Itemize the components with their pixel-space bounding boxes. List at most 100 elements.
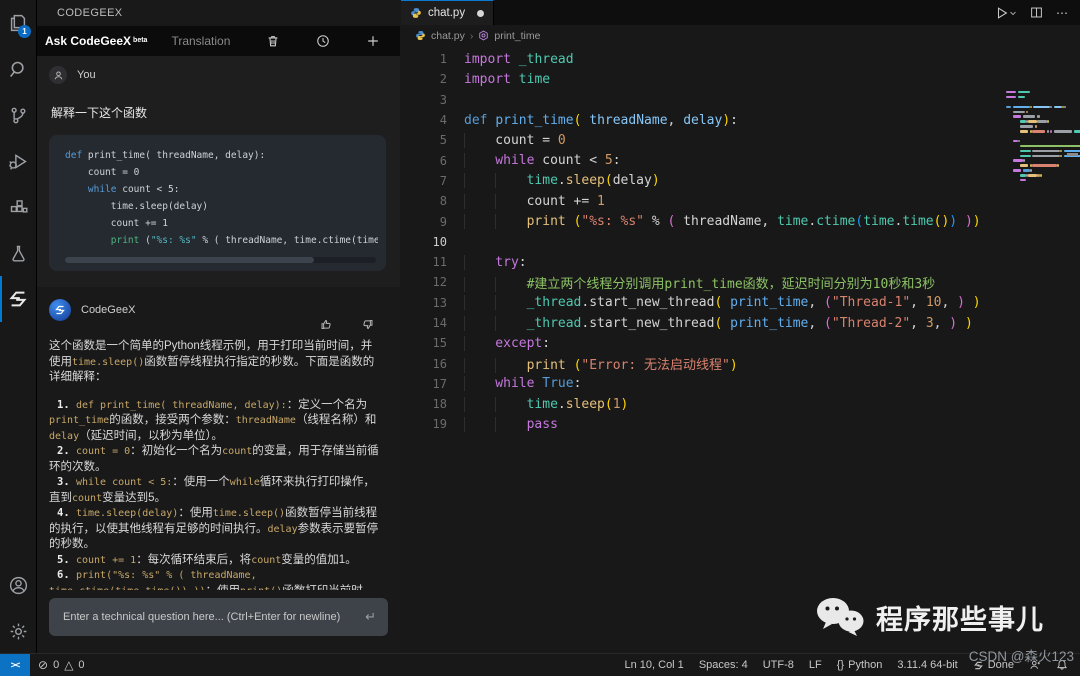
tab-chat-py[interactable]: chat.py [401,0,494,25]
editor-code-lines: 1import _thread2import time34def print_t… [401,49,1080,435]
code-line[interactable]: 19 pass [401,414,1080,434]
hscrollbar-thumb[interactable] [65,257,314,263]
status-encoding[interactable]: UTF-8 [763,659,794,671]
code-token: ) [965,316,973,331]
code-line[interactable]: 9 print ("%s: %s" % ( threadName, time.c… [401,211,1080,231]
code-line[interactable]: 14 _thread.start_new_thread( print_time,… [401,313,1080,333]
status-line-col[interactable]: Ln 10, Col 1 [624,659,683,671]
run-debug-icon[interactable] [0,138,36,184]
answer-paragraph: 这个函数是一个简单的Python线程示例，用于打印当前时间，并使用time.sl… [49,339,382,386]
code-token: "Thread-1" [832,295,910,310]
codegeex-icon[interactable] [0,276,36,322]
explorer-icon[interactable]: 1 [0,0,36,46]
indent-guide [495,417,526,432]
breadcrumb-file[interactable]: chat.py [431,30,465,42]
warning-icon: △ [64,658,73,672]
code-line[interactable]: 2import time [401,69,1080,89]
code-line[interactable]: 5 count = 0 [401,130,1080,150]
status-language[interactable]: {} Python [837,659,883,671]
code-token: print [111,235,140,246]
code-token: ( [139,235,150,246]
breadcrumb[interactable]: chat.py › print_time [401,25,1080,46]
code-token: import [464,72,511,87]
code-token: ) [973,295,981,310]
extensions-icon[interactable] [0,184,36,230]
code-block-hscrollbar[interactable] [65,257,376,263]
code-line[interactable]: 11 try: [401,252,1080,272]
code-line[interactable]: 10 [401,232,1080,252]
code-token [965,295,973,310]
minimap[interactable] [1006,90,1064,183]
code-line[interactable]: 13 _thread.start_new_thread( print_time,… [401,293,1080,313]
code-line[interactable]: 15 except: [401,333,1080,353]
thumbs-up-icon[interactable] [320,318,333,331]
code-token: time [527,397,558,412]
indent-guide [495,295,526,310]
code-line[interactable]: 12 #建立两个线程分别调用print_time函数，延迟时间分别为10秒和3秒 [401,272,1080,292]
line-number: 6 [401,154,464,168]
code-line[interactable]: 16 print ("Error: 无法启动线程") [401,353,1080,373]
code-token: ) [973,214,981,229]
settings-gear-icon[interactable] [0,608,36,654]
line-number: 12 [401,275,464,289]
line-text: while count < 5: [464,153,621,168]
problems-status[interactable]: ⊘ 0 △ 0 [38,658,85,672]
code-line[interactable]: 7 time.sleep(delay) [401,171,1080,191]
enter-key-icon[interactable]: ↵ [365,609,376,625]
breadcrumb-separator: › [470,30,474,42]
code-line[interactable]: 3 [401,90,1080,110]
breadcrumb-symbol[interactable]: print_time [494,30,540,42]
status-interpreter[interactable]: 3.11.4 64-bit [897,659,957,671]
source-control-icon[interactable] [0,92,36,138]
code-token [566,358,574,373]
status-eol[interactable]: LF [809,659,822,671]
code-token: time [519,72,550,87]
line-text: print ("%s: %s" % ( threadName, time.cti… [464,214,981,229]
indent-guide [495,316,526,331]
search-icon[interactable] [0,46,36,92]
code-line[interactable]: 18 time.sleep(1) [401,394,1080,414]
line-number: 5 [401,133,464,147]
code-token: time [777,214,808,229]
tab-ask-codegeex[interactable]: Ask CodeGeeX beta [41,26,155,57]
list-number: 1. [57,399,76,411]
code-line[interactable]: 6 while count < 5: [401,150,1080,170]
unsaved-dot-icon[interactable] [477,10,484,17]
split-editor-icon[interactable] [1030,6,1043,19]
new-chat-plus-icon[interactable] [366,34,380,48]
code-line[interactable]: 1import _thread [401,49,1080,69]
code-line[interactable]: 17 while True: [401,374,1080,394]
chat-scroll-area[interactable]: You 解释一下这个函数 def print_time( threadName,… [37,56,400,590]
warning-count: 0 [78,659,84,671]
history-icon[interactable] [316,34,330,48]
code-token: delay [683,113,722,128]
tab-translation[interactable]: Translation [171,34,230,48]
indent-guide [495,277,526,292]
remote-indicator[interactable]: >< [0,654,30,676]
code-line[interactable]: 8 count += 1 [401,191,1080,211]
question-input[interactable] [61,610,365,624]
trash-icon[interactable] [266,34,280,48]
more-actions-icon[interactable]: ⋯ [1056,6,1068,20]
line-number: 3 [401,93,464,107]
user-name: You [77,69,96,81]
codegeex-panel: CODEGEEX Ask CodeGeeX beta Translation [37,0,400,654]
thumbs-down-icon[interactable] [361,318,374,331]
scrollbar-marker[interactable] [1067,153,1078,156]
line-text: def print_time( threadName, delay): [464,113,738,128]
line-number: 13 [401,296,464,310]
code-editor[interactable]: 1import _thread2import time34def print_t… [401,46,1080,435]
user-avatar [49,66,67,84]
status-spaces[interactable]: Spaces: 4 [699,659,748,671]
code-token: % ( threadName, time.ctime(time.t [197,235,378,246]
python-file-icon [415,30,426,41]
code-line[interactable]: 4def print_time( threadName, delay): [401,110,1080,130]
code-token: , [934,316,950,331]
assistant-message-header: CodeGeeX [49,299,386,321]
line-number: 2 [401,72,464,86]
code-token: count < [534,153,604,168]
run-button[interactable] [995,6,1017,20]
test-beaker-icon[interactable] [0,230,36,276]
wechat-watermark: 程序那些事儿 [814,596,1044,638]
account-icon[interactable] [0,562,36,608]
